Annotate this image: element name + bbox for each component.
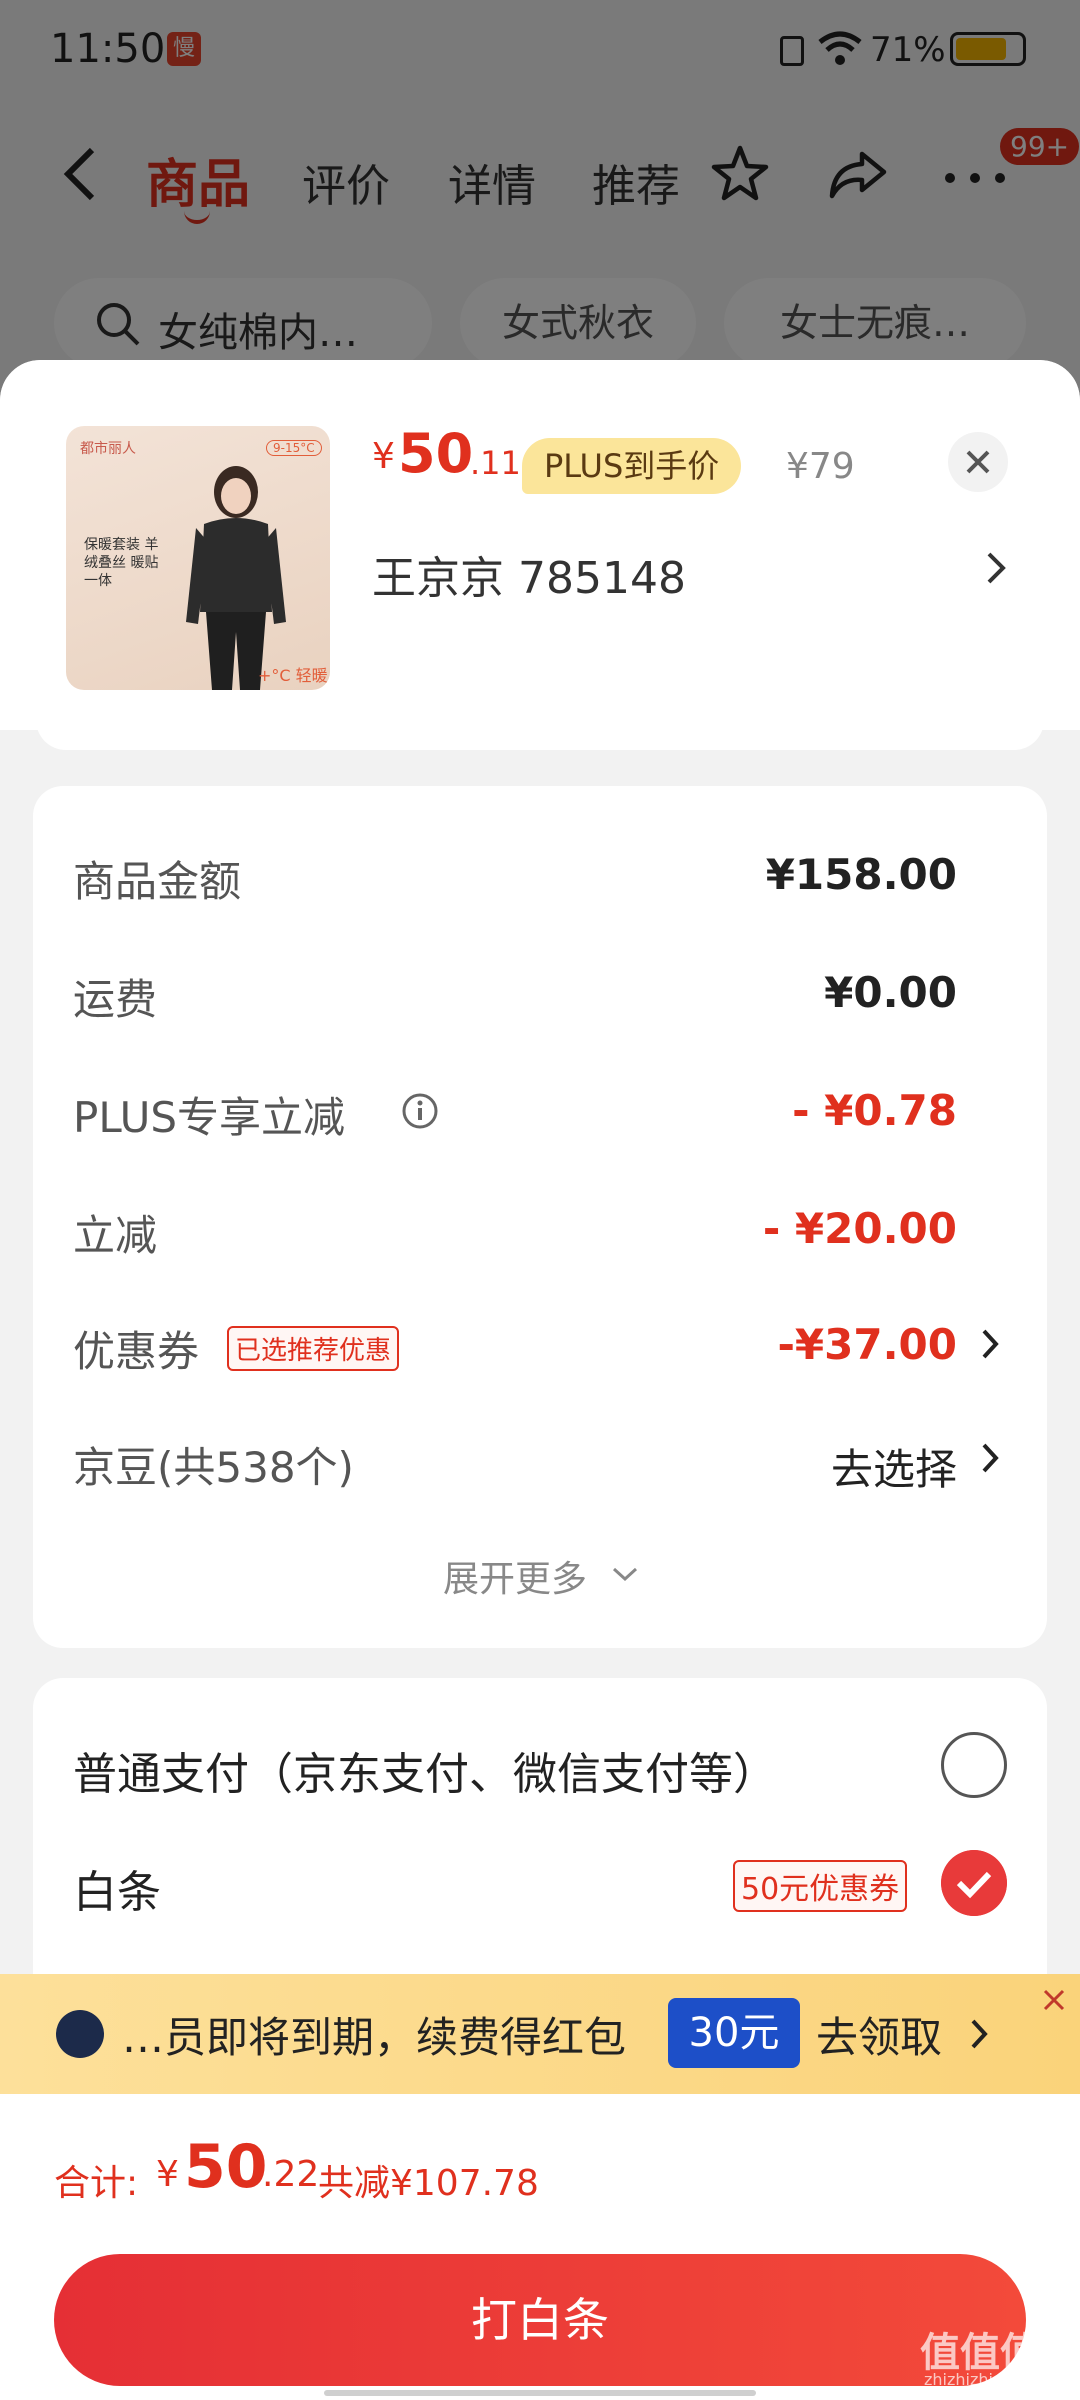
banner-claim-link[interactable]: 去领取 xyxy=(816,2004,942,2065)
chevron-down-icon[interactable] xyxy=(611,1566,639,1582)
chevron-right-icon[interactable] xyxy=(970,2016,988,2052)
product-header-edge xyxy=(36,700,1044,750)
original-price: ¥79 xyxy=(786,446,855,487)
expand-more-link[interactable]: 展开更多 xyxy=(443,1550,587,1602)
coupon-label: 优惠券 xyxy=(73,1327,200,1376)
info-icon[interactable] xyxy=(401,1092,439,1130)
total-currency: ¥ xyxy=(156,2154,179,2195)
fee-breakdown-card: 商品金额 ¥158.00 运费 ¥0.00 PLUS专享立减 - ¥0.78 立… xyxy=(33,786,1047,1648)
baitiao-coupon-tag: 50元优惠券 xyxy=(733,1860,908,1912)
checkout-sheet: 都市丽人 9-15°C 保暖套装 羊绒叠丝 暖贴一体 +°C 轻暖 ¥ 50 .… xyxy=(0,360,1080,2400)
checkout-footer: 合计: ¥ 50 .22 共减¥107.78 打白条 xyxy=(0,2094,1080,2400)
chevron-right-icon[interactable] xyxy=(985,548,1007,588)
total-label: 合计: xyxy=(54,2163,139,2204)
shipping-label: 运费 xyxy=(73,975,158,1024)
thumb-temp: 9-15°C xyxy=(266,440,322,456)
plus-discount-value: - ¥0.78 xyxy=(792,1086,957,1135)
goods-amount-label: 商品金额 xyxy=(73,857,242,906)
shipping-address[interactable]: 王京京 785148 xyxy=(372,542,686,606)
plus-price-badge: PLUS到手价 xyxy=(522,438,742,494)
close-icon[interactable] xyxy=(1040,1986,1068,2014)
price-decimal: .11 xyxy=(470,444,521,482)
normal-payment-label[interactable]: 普通支付（京东支付、微信支付等） xyxy=(73,1738,777,1802)
instant-discount-label: 立减 xyxy=(73,1211,158,1260)
total-savings: 共减¥107.78 xyxy=(318,2163,539,2204)
normal-payment-radio[interactable] xyxy=(941,1732,1007,1798)
jingdou-select[interactable]: 去选择 xyxy=(831,1436,957,1497)
total-decimal: .22 xyxy=(262,2154,320,2195)
plus-discount-label: PLUS专享立减 xyxy=(73,1093,346,1142)
price-integer: 50 xyxy=(398,422,474,485)
coupon-status-tag: 已选推荐优惠 xyxy=(227,1326,400,1371)
pay-with-baitiao-button[interactable]: 打白条 xyxy=(54,2254,1026,2386)
baitiao-radio-checked[interactable] xyxy=(941,1850,1007,1916)
chevron-right-icon[interactable] xyxy=(981,1440,999,1476)
payment-method-card: 普通支付（京东支付、微信支付等） 白条 50元优惠券 xyxy=(33,1678,1047,2018)
close-button[interactable] xyxy=(948,432,1008,492)
chevron-right-icon[interactable] xyxy=(981,1326,999,1362)
total-integer: 50 xyxy=(184,2132,268,2202)
product-header: 都市丽人 9-15°C 保暖套装 羊绒叠丝 暖贴一体 +°C 轻暖 ¥ 50 .… xyxy=(0,360,1080,730)
baitiao-label[interactable]: 白条 xyxy=(73,1856,161,1920)
banner-amount: 30元 xyxy=(668,1998,800,2068)
banner-text: …员即将到期，续费得红包 xyxy=(122,2013,627,2062)
goods-amount-value: ¥158.00 xyxy=(765,850,957,899)
price-currency: ¥ xyxy=(372,436,395,477)
coupon-value[interactable]: -¥37.00 xyxy=(777,1320,957,1369)
dim-overlay[interactable] xyxy=(0,0,1080,400)
shipping-value: ¥0.00 xyxy=(824,968,957,1017)
home-indicator[interactable] xyxy=(324,2390,756,2396)
jingdou-label: 京豆(共538个) xyxy=(73,1443,354,1492)
plus-renewal-banner[interactable]: …员即将到期，续费得红包 30元 去领取 xyxy=(0,1974,1080,2094)
plus-logo-icon xyxy=(56,2010,104,2058)
model-figure-icon xyxy=(186,466,286,690)
thumb-warm: +°C 轻暖 xyxy=(258,666,328,685)
thumb-tag: 保暖套装 羊绒叠丝 暖贴一体 xyxy=(84,537,159,589)
instant-discount-value: - ¥20.00 xyxy=(762,1204,957,1253)
product-thumbnail[interactable]: 都市丽人 9-15°C 保暖套装 羊绒叠丝 暖贴一体 +°C 轻暖 xyxy=(66,426,330,690)
watermark-url: zhizhizhi.com xyxy=(924,2370,1033,2389)
thumb-brand: 都市丽人 xyxy=(80,441,136,457)
